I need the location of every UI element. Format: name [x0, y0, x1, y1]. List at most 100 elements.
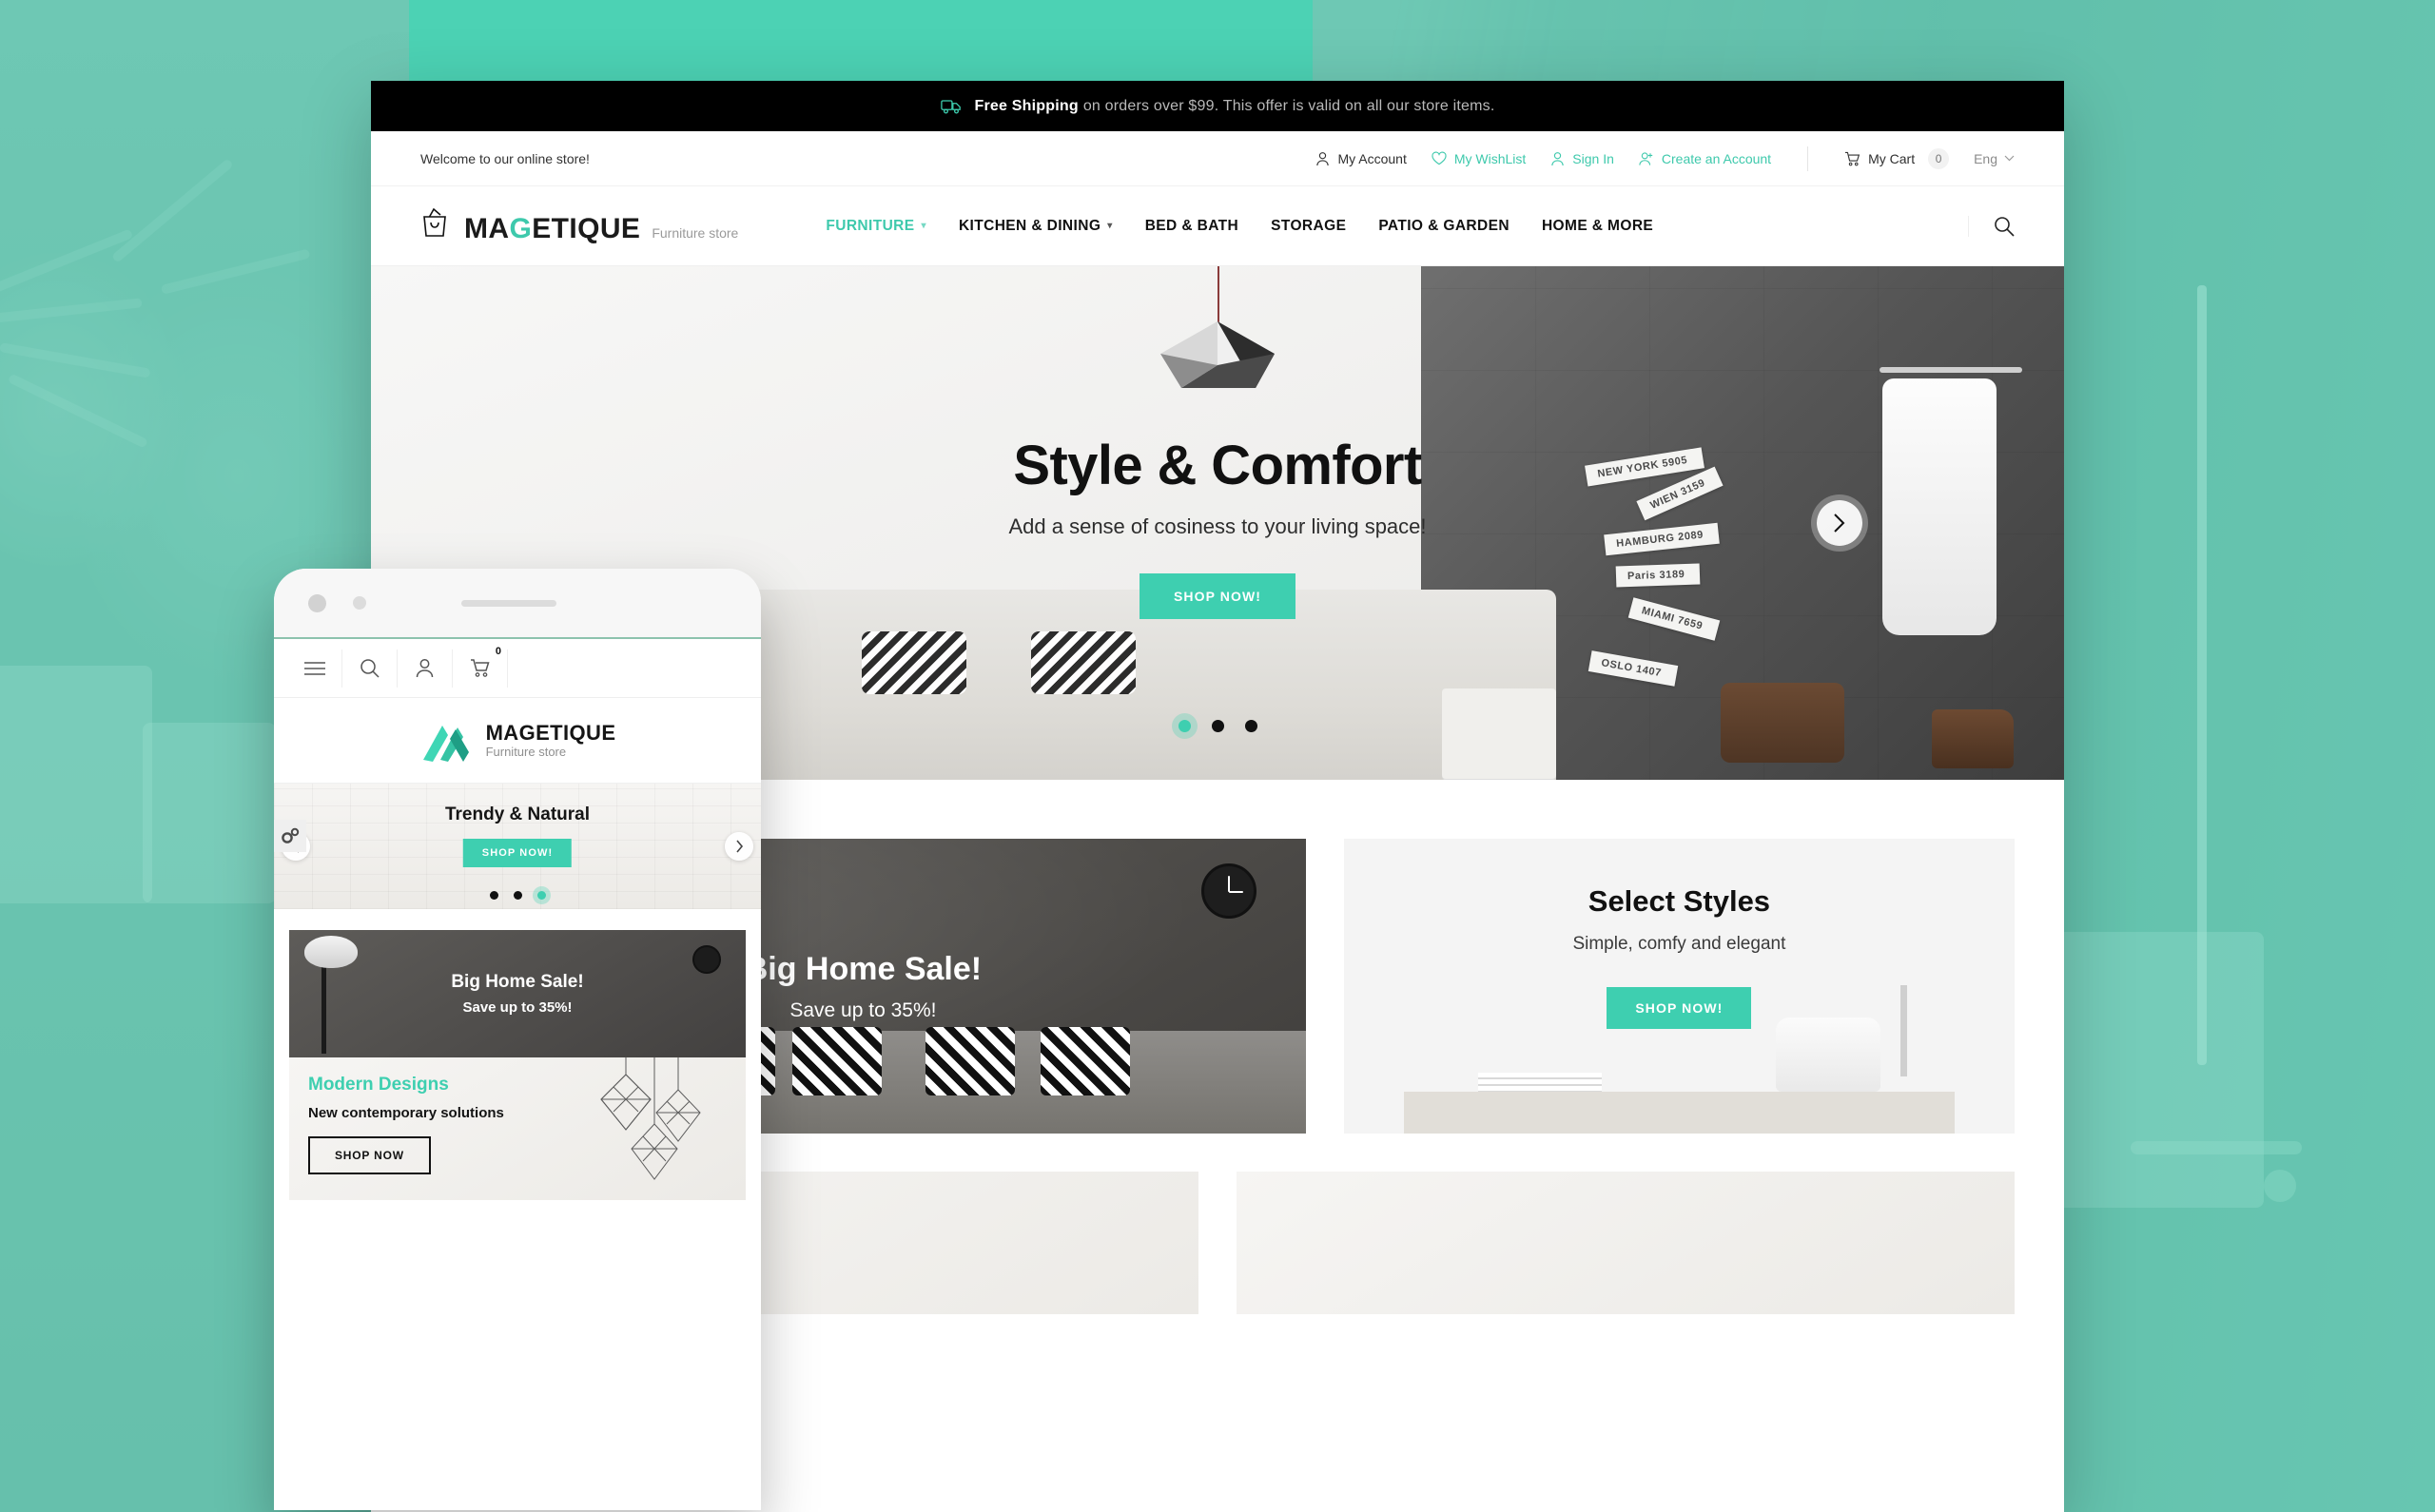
my-cart-label: My Cart — [1868, 150, 1916, 166]
books — [1477, 1073, 1602, 1092]
mobile-dot-3[interactable] — [536, 891, 546, 900]
phone-camera-icon — [308, 593, 326, 612]
promo-select-styles[interactable]: Select Styles Simple, comfy and elegant … — [1343, 839, 2015, 1134]
my-wishlist-link[interactable]: My WishList — [1432, 151, 1526, 166]
plant-frond — [160, 248, 311, 295]
cart-count-badge: 0 — [1928, 147, 1950, 169]
divider — [1807, 145, 1809, 171]
hero-next-button[interactable] — [1817, 500, 1862, 546]
free-shipping-bar: Free Shipping on orders over $99. This o… — [371, 81, 2064, 131]
mobile-shop-now-button[interactable]: SHOP NOW! — [462, 839, 573, 867]
mobile-slider-dots — [274, 891, 761, 900]
plant-frond — [0, 228, 134, 295]
my-wishlist-label: My WishList — [1453, 150, 1527, 166]
mobile-dot-2[interactable] — [513, 891, 522, 900]
trolley-base — [2131, 1141, 2302, 1154]
language-selector[interactable]: Eng — [1974, 151, 2015, 166]
desk-lamp — [1900, 985, 1908, 1076]
main-navigation: FURNITURE ▾ KITCHEN & DINING ▾ BED & BAT… — [826, 215, 2015, 237]
chevron-down-icon: ▾ — [921, 221, 926, 231]
truck-icon — [940, 99, 962, 114]
cart-icon[interactable]: 0 — [453, 646, 508, 688]
free-shipping-rest: on orders over $99. This offer is valid … — [1082, 97, 1495, 114]
mobile-logo[interactable]: MAGETIQUE Furniture store — [274, 698, 761, 784]
logo-part-2: ETIQUE — [532, 212, 641, 244]
mobile-next-button[interactable] — [725, 832, 753, 861]
page-background: Free Shipping on orders over $99. This o… — [0, 0, 2435, 1512]
cushion — [1040, 1027, 1130, 1095]
nav-item-patio-garden[interactable]: PATIO & GARDEN — [1378, 218, 1510, 235]
nav-item-bed-bath[interactable]: BED & BATH — [1145, 218, 1238, 235]
m-mark-icon — [419, 718, 473, 764]
mobile-promo2-shop-now-button[interactable]: SHOP NOW — [308, 1136, 431, 1174]
user-icon — [1315, 151, 1330, 166]
pendant-lamps-illustration — [588, 1057, 740, 1200]
studio-lamp-head — [304, 936, 358, 968]
logo-wordmark: MAGETIQUE — [464, 213, 640, 245]
mobile-promo-modern-designs[interactable]: Modern Designs New contemporary solution… — [289, 1057, 746, 1200]
logo-accent-letter: G — [509, 212, 533, 244]
plant-frond — [7, 373, 148, 449]
mobile-promo1-title: Big Home Sale! — [451, 972, 584, 992]
nav-label: STORAGE — [1271, 217, 1347, 234]
hero-title: Style & Comfort — [1013, 435, 1422, 496]
hero-shop-now-button[interactable]: SHOP NOW! — [1139, 573, 1296, 619]
nav-item-home-more[interactable]: HOME & MORE — [1542, 218, 1653, 235]
mobile-logo-title: MAGETIQUE — [485, 721, 616, 746]
hero-dot-1[interactable] — [1178, 720, 1191, 732]
nav-item-storage[interactable]: STORAGE — [1271, 218, 1346, 235]
promo-small-subtitle: Simple, comfy and elegant — [1572, 934, 1786, 954]
nav-item-furniture[interactable]: FURNITURE ▾ — [826, 218, 926, 235]
welcome-message: Welcome to our online store! — [420, 150, 590, 166]
nav-label: FURNITURE — [826, 217, 915, 234]
nav-label: PATIO & GARDEN — [1378, 217, 1510, 234]
trolley-pole — [2197, 285, 2207, 1065]
main-header: MAGETIQUE Furniture store FURNITURE ▾ KI… — [371, 186, 2064, 266]
phone-top-bar — [274, 569, 761, 637]
desk — [1404, 1092, 1955, 1134]
chevron-right-icon — [735, 840, 744, 853]
nav-item-kitchen-dining[interactable]: KITCHEN & DINING ▾ — [959, 218, 1113, 235]
promo-wide-right[interactable] — [1237, 1172, 2015, 1314]
promo-big-subtitle: Save up to 35%! — [789, 998, 937, 1021]
my-account-link[interactable]: My Account — [1315, 150, 1407, 166]
nav-label: HOME & MORE — [1541, 217, 1654, 234]
search-icon[interactable] — [1968, 215, 2015, 237]
mobile-promo-big-home-sale[interactable]: Big Home Sale! Save up to 35%! — [289, 930, 746, 1057]
hero-dot-3[interactable] — [1244, 720, 1257, 732]
plant-frond — [0, 342, 151, 378]
mobile-dot-1[interactable] — [489, 891, 498, 900]
hamburger-menu-icon[interactable] — [287, 649, 342, 688]
site-logo[interactable]: MAGETIQUE Furniture store — [420, 207, 738, 245]
heart-icon — [1432, 151, 1447, 165]
user-icon[interactable] — [398, 649, 453, 688]
cushion — [791, 1027, 882, 1095]
hero-dot-2[interactable] — [1211, 720, 1224, 732]
phone-speaker — [461, 599, 556, 607]
trolley-wheel — [2264, 1170, 2296, 1202]
chair — [1775, 1018, 1880, 1092]
chevron-down-icon: ▾ — [1107, 221, 1113, 231]
mobile-slide-title: Trendy & Natural — [444, 804, 591, 824]
hero-subtitle: Add a sense of cosiness to your living s… — [1008, 514, 1427, 538]
language-label: Eng — [1974, 150, 1997, 166]
cart-icon — [1844, 151, 1860, 166]
chevron-down-icon — [2004, 155, 2015, 162]
promo-shop-now-button[interactable]: SHOP NOW! — [1607, 987, 1752, 1029]
mobile-screen: 0 MAGETIQUE Furniture store Trendy & Nat… — [274, 637, 761, 1510]
planter-box — [143, 723, 276, 903]
free-shipping-strong: Free Shipping — [974, 97, 1079, 114]
create-account-label: Create an Account — [1661, 150, 1772, 166]
my-account-label: My Account — [1337, 150, 1407, 166]
search-icon[interactable] — [342, 649, 398, 688]
logo-subtitle: Furniture store — [652, 224, 739, 241]
planter-box — [0, 666, 152, 903]
sign-in-label: Sign In — [1572, 150, 1614, 166]
create-account-link[interactable]: Create an Account — [1639, 151, 1771, 166]
sign-in-link[interactable]: Sign In — [1550, 151, 1614, 166]
my-cart-link[interactable]: My Cart 0 — [1844, 147, 1950, 169]
utility-bar: Welcome to our online store! My Account … — [371, 131, 2064, 186]
chevron-right-icon — [1833, 513, 1846, 533]
mobile-logo-text: MAGETIQUE Furniture store — [486, 721, 616, 759]
gears-icon[interactable] — [274, 820, 306, 852]
